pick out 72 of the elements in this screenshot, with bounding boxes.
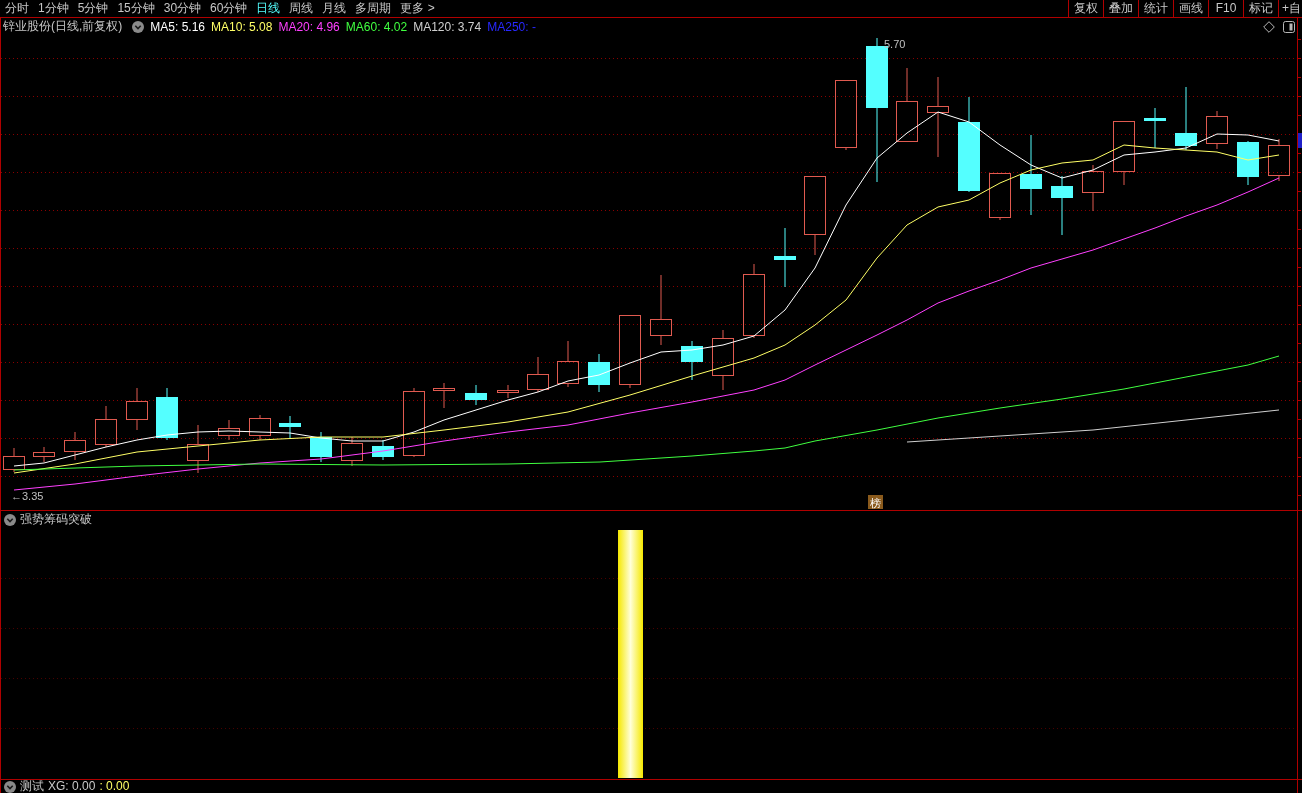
candle bbox=[433, 382, 455, 409]
toolbar-button[interactable]: F10 bbox=[1208, 0, 1243, 17]
candle bbox=[681, 340, 703, 381]
candle bbox=[3, 447, 25, 473]
period-tab[interactable]: 日线 bbox=[252, 0, 285, 17]
candle bbox=[1237, 140, 1259, 186]
period-tab[interactable]: 60分钟 bbox=[206, 0, 252, 17]
moving-average-legend: MA60: 4.02 bbox=[345, 19, 408, 34]
candle bbox=[1082, 164, 1104, 212]
rank-badge: 榜 bbox=[868, 495, 883, 509]
period-tab[interactable]: 多周期 bbox=[351, 0, 396, 17]
candle bbox=[989, 173, 1011, 221]
candle bbox=[1206, 110, 1228, 150]
candle bbox=[835, 80, 857, 151]
candle bbox=[1144, 107, 1166, 149]
moving-average-legend: MA20: 4.96 bbox=[278, 19, 340, 34]
candle bbox=[1175, 86, 1197, 151]
dropdown-icon[interactable] bbox=[4, 780, 16, 793]
candle bbox=[1268, 138, 1290, 182]
candle bbox=[156, 387, 178, 441]
candle bbox=[218, 419, 240, 441]
candle bbox=[497, 384, 519, 399]
candle bbox=[64, 431, 86, 461]
high-price-label: 5.70 bbox=[884, 38, 906, 50]
stock-title: 锌业股份(日线,前复权) bbox=[3, 18, 123, 35]
low-price-label: ←3.35 bbox=[11, 490, 44, 502]
candle bbox=[774, 227, 796, 288]
period-tab[interactable]: 分时 bbox=[1, 0, 33, 17]
candle bbox=[403, 387, 425, 458]
candle bbox=[527, 356, 549, 393]
candle bbox=[95, 405, 117, 448]
period-tab[interactable]: 周线 bbox=[285, 0, 318, 17]
candle bbox=[1113, 121, 1135, 186]
candle bbox=[588, 353, 610, 393]
candle bbox=[465, 384, 487, 406]
period-tab[interactable]: 30分钟 bbox=[159, 0, 206, 17]
candle bbox=[372, 439, 394, 461]
toolbar-button[interactable]: +自 bbox=[1278, 0, 1302, 17]
candle bbox=[712, 329, 734, 391]
toolbar-button[interactable]: 复权 bbox=[1068, 0, 1103, 17]
indicator-title: 测试 bbox=[20, 778, 44, 793]
candle bbox=[650, 274, 672, 346]
indicator-title: 强势筹码突破 bbox=[20, 511, 92, 528]
candle bbox=[310, 431, 332, 463]
moving-average-legend: MA120: 3.74 bbox=[413, 19, 482, 34]
moving-average-legend: MA250: - bbox=[487, 19, 536, 34]
candle bbox=[1051, 175, 1073, 236]
indicator-value: XG: 0.00 bbox=[48, 780, 96, 793]
candle bbox=[33, 446, 55, 463]
candle bbox=[341, 436, 363, 467]
candle bbox=[279, 415, 301, 439]
dropdown-icon[interactable] bbox=[4, 513, 16, 526]
dropdown-icon[interactable] bbox=[132, 20, 145, 33]
candle bbox=[557, 340, 579, 388]
toolbar-button[interactable]: 画线 bbox=[1173, 0, 1208, 17]
period-tab[interactable]: 5分钟 bbox=[73, 0, 113, 17]
indicator-value: : 0.00 bbox=[99, 780, 130, 793]
current-price-marker bbox=[1298, 133, 1302, 148]
toolbar-button[interactable]: 标记 bbox=[1243, 0, 1278, 17]
moving-average-legend: MA10: 5.08 bbox=[211, 19, 273, 34]
candle bbox=[126, 387, 148, 431]
period-tab[interactable]: 1分钟 bbox=[34, 0, 73, 17]
period-tab[interactable]: 15分钟 bbox=[113, 0, 159, 17]
candle bbox=[249, 414, 271, 441]
diamond-icon[interactable] bbox=[1263, 20, 1275, 33]
period-tab[interactable]: 更多 > bbox=[396, 0, 439, 17]
toolbar-button[interactable]: 统计 bbox=[1138, 0, 1173, 17]
toolbar-button[interactable]: 叠加 bbox=[1103, 0, 1138, 17]
candle bbox=[187, 424, 209, 474]
period-tab[interactable]: 月线 bbox=[318, 0, 351, 17]
moving-average-legend: MA5: 5.16 bbox=[150, 19, 206, 34]
panel-toggle-icon[interactable] bbox=[1283, 20, 1295, 33]
